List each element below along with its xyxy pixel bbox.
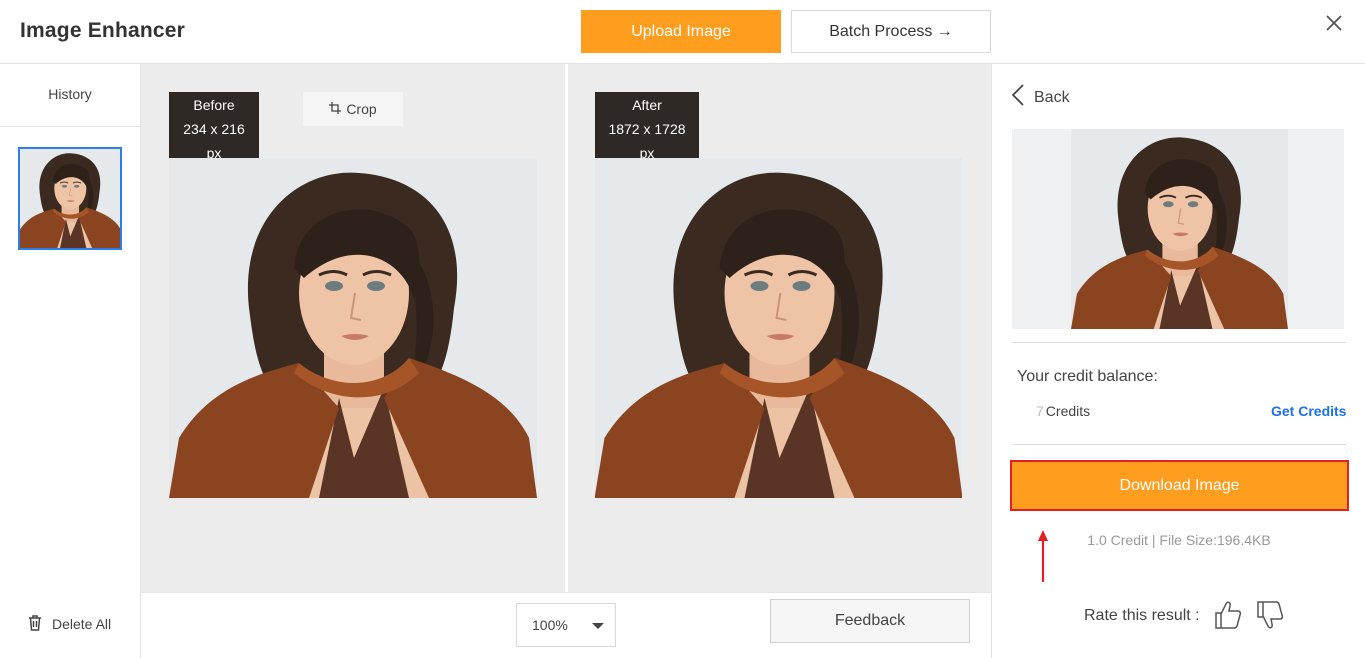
zoom-value: 100% — [532, 617, 568, 633]
after-label: After — [632, 97, 662, 113]
divider — [1012, 342, 1346, 343]
after-label-badge: After 1872 x 1728 px — [595, 92, 699, 166]
upload-image-button[interactable]: Upload Image — [581, 10, 781, 53]
credit-unit: Credits — [1045, 403, 1091, 419]
result-preview — [1012, 129, 1344, 329]
get-credits-link[interactable]: Get Credits — [1271, 403, 1346, 419]
result-panel: Back Your credit balance: 7 Credits Get C… — [991, 64, 1365, 658]
comparison-area: Before 234 x 216 px Crop After 1872 x 17… — [141, 64, 991, 592]
batch-process-button[interactable]: Batch Process → — [791, 10, 991, 53]
feedback-button[interactable]: Feedback — [770, 599, 970, 643]
back-label: Back — [1034, 88, 1070, 106]
history-thumbnail[interactable] — [18, 147, 122, 250]
credit-number: 7 — [1036, 403, 1044, 419]
app-title: Image Enhancer — [20, 19, 186, 42]
chevron-left-icon — [1011, 84, 1024, 111]
close-icon[interactable] — [1322, 11, 1346, 35]
rate-result: Rate this result : — [1084, 600, 1284, 632]
back-button[interactable]: Back — [1011, 84, 1070, 111]
zoom-dropdown[interactable]: 100% — [516, 603, 616, 647]
before-label-badge: Before 234 x 216 px — [169, 92, 259, 166]
rate-label: Rate this result : — [1084, 607, 1200, 624]
arrow-up-icon — [1038, 530, 1048, 582]
history-sidebar: History Delete All — [0, 64, 141, 658]
before-image — [169, 158, 537, 498]
delete-all-button[interactable]: Delete All — [27, 614, 111, 634]
thumbs-up-icon[interactable] — [1214, 600, 1242, 632]
header-bar: Image Enhancer Upload Image Batch Proces… — [0, 0, 1365, 64]
download-image-button[interactable]: Download Image — [1010, 460, 1349, 511]
crop-button[interactable]: Crop — [303, 92, 403, 126]
before-label: Before — [193, 97, 235, 113]
thumbs-down-icon[interactable] — [1256, 600, 1284, 632]
history-label: History — [0, 64, 140, 127]
bottom-toolbar: 100% Feedback — [141, 592, 991, 658]
compare-divider[interactable] — [565, 64, 568, 592]
trash-icon — [27, 614, 43, 634]
credit-balance: 7 Credits — [1036, 403, 1090, 419]
crop-icon — [329, 101, 342, 117]
credit-balance-title: Your credit balance: — [1017, 368, 1158, 385]
after-image — [595, 158, 962, 498]
delete-all-label: Delete All — [52, 616, 112, 632]
caret-down-icon — [592, 623, 604, 629]
divider — [1012, 444, 1346, 445]
crop-label: Crop — [346, 101, 377, 117]
